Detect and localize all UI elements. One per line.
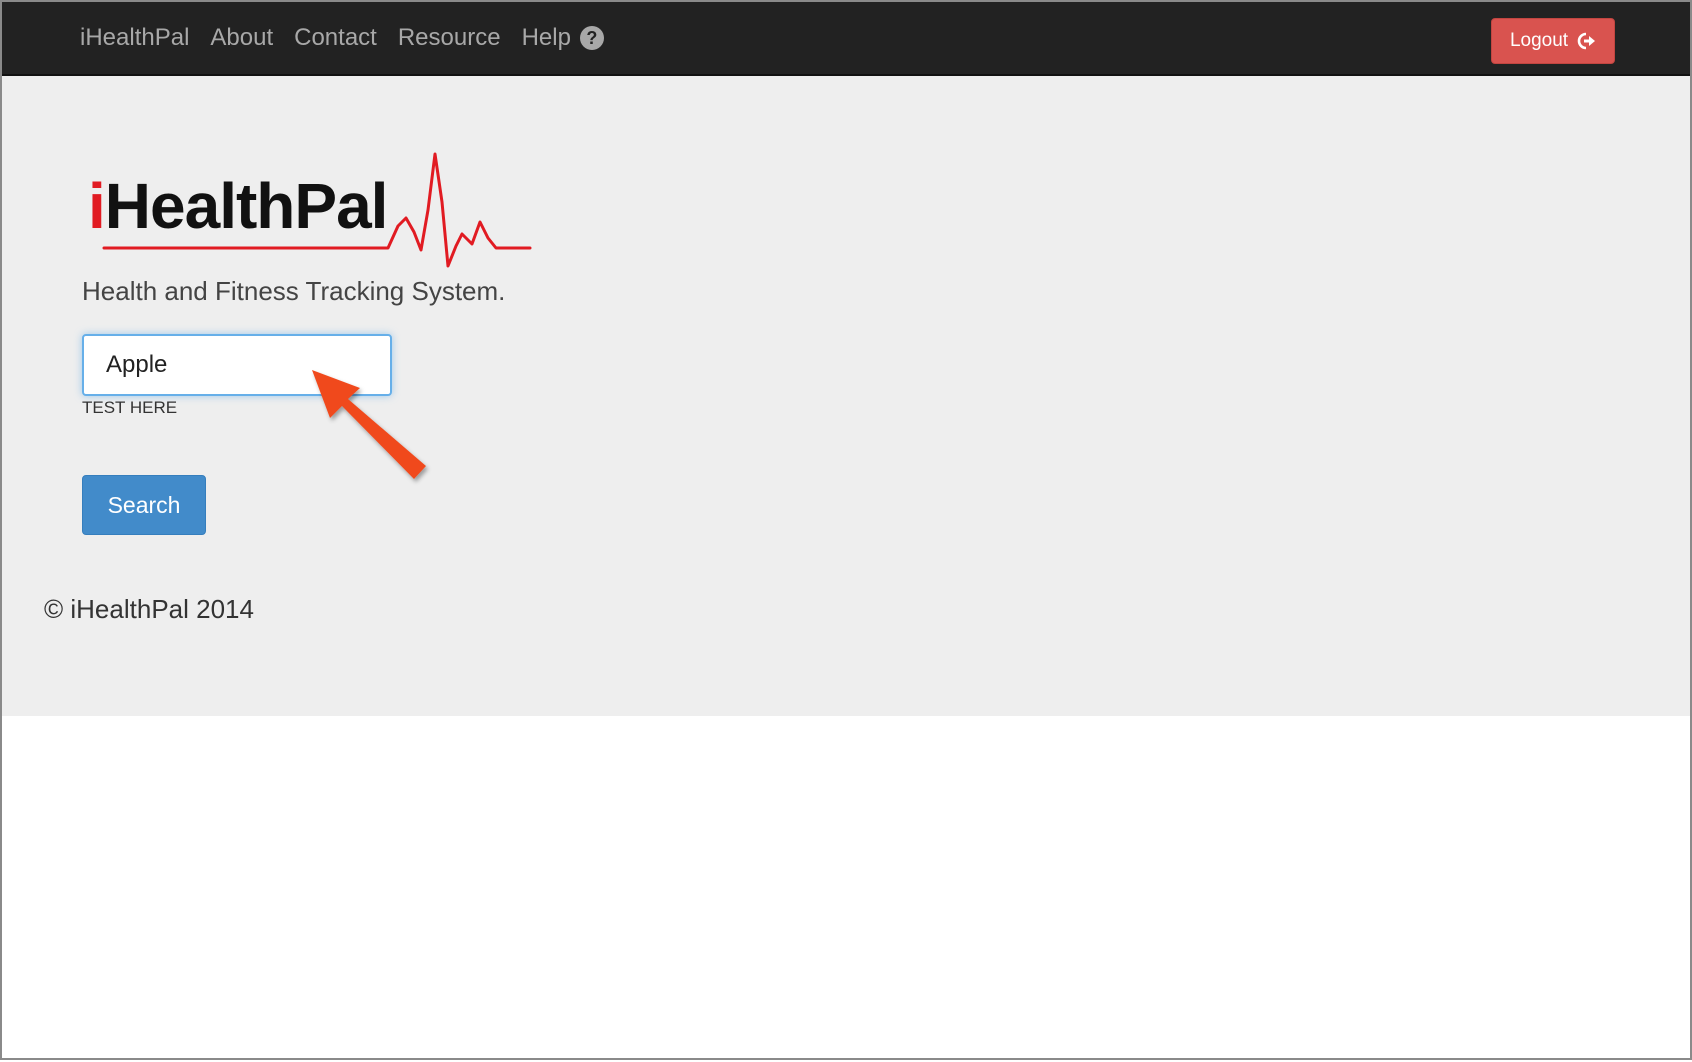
nav-about-link[interactable]: About [210,24,273,52]
browser-frame: iHealthPal About Contact Resource Help ?… [0,0,1692,1060]
ihealthpal-logo: iHealthPal [88,142,538,272]
jumbotron: iHealthPal Health and Fitness Tracking S… [2,76,1690,716]
logout-label: Logout [1509,30,1569,51]
logo-wordmark: iHealthPal [88,174,388,238]
search-button[interactable]: Search [82,475,206,535]
logout-icon [1577,32,1596,50]
logo-rest: HealthPal [104,170,389,242]
question-circle-icon: ? [579,26,604,50]
nav-links: iHealthPal About Contact Resource Help ? [80,2,604,74]
nav-brand-link[interactable]: iHealthPal [80,24,189,52]
tagline: Health and Fitness Tracking System. [82,276,506,306]
nav-resource-link[interactable]: Resource [398,24,501,52]
logo-prefix: i [88,170,106,242]
footer-copyright: © iHealthPal 2014 [44,594,254,624]
logout-button[interactable]: Logout [1491,18,1615,64]
navbar: iHealthPal About Contact Resource Help ?… [2,2,1690,76]
nav-contact-link[interactable]: Contact [294,24,377,52]
input-help-text: TEST HERE [82,398,178,417]
nav-help-link[interactable]: Help ? [522,24,604,52]
annotation-arrow-icon [312,370,426,479]
nav-help-label: Help [521,24,571,51]
